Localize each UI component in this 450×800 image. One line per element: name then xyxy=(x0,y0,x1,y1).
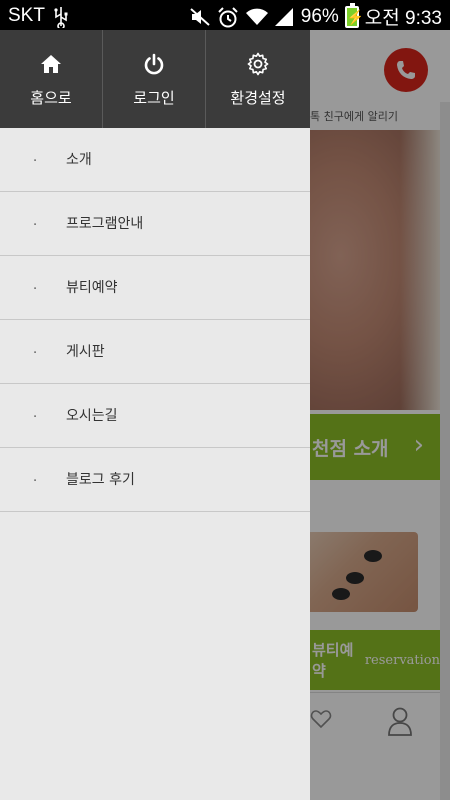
menu-item-label: 소개 xyxy=(66,152,92,168)
menu-item-programs[interactable]: · 프로그램안내 xyxy=(0,192,310,256)
drawer-menu: · 소개 · 프로그램안내 · 뷰티예약 · 게시판 · 오시는길 · 블로그 … xyxy=(0,128,310,512)
drawer-header: 홈으로 로그인 환경설정 xyxy=(0,30,310,128)
bullet: · xyxy=(33,218,38,233)
bullet: · xyxy=(33,154,38,169)
power-icon xyxy=(141,51,167,77)
signal-icon xyxy=(273,7,295,27)
carrier-label: SKT xyxy=(8,5,45,26)
menu-item-label: 오시는길 xyxy=(66,408,118,424)
login-button-label: 로그인 xyxy=(133,88,175,107)
mute-icon xyxy=(189,7,211,27)
clock: 오전 9:33 xyxy=(364,8,442,29)
bullet: · xyxy=(33,346,38,361)
status-left: SKT xyxy=(8,5,75,30)
battery-icon: ⚡ xyxy=(344,2,364,28)
gear-icon xyxy=(245,51,271,77)
bullet: · xyxy=(33,410,38,425)
battery-percent: 96% xyxy=(300,5,339,27)
status-right: 96% ⚡ 오전 9:33 xyxy=(189,2,442,30)
status-bar: SKT 96% ⚡ 오전 9:33 xyxy=(0,0,450,30)
home-icon xyxy=(38,51,64,77)
menu-item-reservation[interactable]: · 뷰티예약 xyxy=(0,256,310,320)
usb-icon xyxy=(53,6,75,30)
login-button[interactable]: 로그인 xyxy=(103,30,206,128)
menu-item-board[interactable]: · 게시판 xyxy=(0,320,310,384)
menu-item-intro[interactable]: · 소개 xyxy=(0,128,310,192)
menu-item-label: 블로그 후기 xyxy=(66,472,135,488)
menu-item-label: 뷰티예약 xyxy=(66,280,118,296)
menu-item-directions[interactable]: · 오시는길 xyxy=(0,384,310,448)
menu-item-label: 프로그램안내 xyxy=(66,216,144,232)
alarm-icon xyxy=(217,6,239,27)
menu-item-blog-reviews[interactable]: · 블로그 후기 xyxy=(0,448,310,512)
bullet: · xyxy=(33,474,38,489)
settings-button-label: 환경설정 xyxy=(230,88,286,107)
home-button-label: 홈으로 xyxy=(30,88,72,107)
navigation-drawer: 홈으로 로그인 환경설정 · 소개 · 프로그램안내 · 뷰티예약 · 게시판 … xyxy=(0,30,310,800)
wifi-icon xyxy=(245,7,268,27)
settings-button[interactable]: 환경설정 xyxy=(206,30,310,128)
home-button[interactable]: 홈으로 xyxy=(0,30,103,128)
menu-item-label: 게시판 xyxy=(66,344,105,360)
bullet: · xyxy=(33,282,38,297)
